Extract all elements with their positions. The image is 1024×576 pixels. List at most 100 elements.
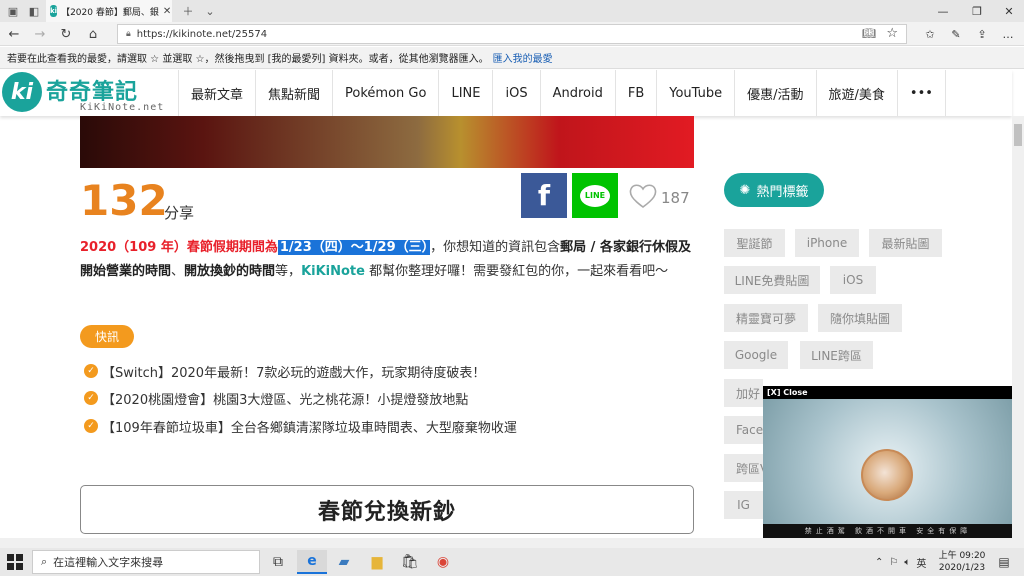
chevron-up-icon[interactable]: ⌃ — [875, 557, 883, 568]
tag-item[interactable]: 精靈寶可夢 — [724, 304, 808, 332]
browser-tab[interactable]: ki 【2020 春節】郵局、銀 ✕ — [46, 0, 172, 22]
address-bar-row: ← → ↻ ⌂ 🔒︎ https://kikinote.net/25574 📖︎… — [0, 22, 1024, 46]
tab-title: 【2020 春節】郵局、銀 — [61, 7, 159, 18]
nav-item-pokemon-go[interactable]: Pokémon Go — [332, 70, 438, 116]
taskbar-clock[interactable]: 上午 09:20 2020/1/23 — [937, 550, 987, 574]
search-icon: ⌕ — [41, 555, 48, 568]
tag-item[interactable]: 加好 — [724, 379, 763, 407]
sparkle-icon: ✺ — [739, 182, 751, 198]
taskbar-search-box[interactable]: ⌕ 在這裡輸入文字來搜尋 — [32, 550, 260, 574]
nav-item-line[interactable]: LINE — [438, 70, 492, 116]
tag-item[interactable]: iPhone — [795, 229, 859, 257]
nav-item-latest[interactable]: 最新文章 — [178, 70, 255, 116]
forward-icon[interactable]: → — [31, 25, 49, 43]
share-icon[interactable]: ⇪ — [973, 25, 991, 43]
store-icon[interactable]: 🛍︎ — [395, 550, 425, 574]
site-logo[interactable]: ki 奇奇筆記 KiKiNote.net — [2, 72, 172, 114]
video-close-button[interactable]: [X] Close — [763, 386, 1013, 399]
reading-view-icon[interactable]: 📖︎ — [862, 27, 876, 40]
check-icon: ✓ — [84, 364, 98, 378]
vertical-scrollbar[interactable] — [1012, 116, 1024, 550]
tab-preview-icon[interactable]: ◧ — [24, 1, 44, 21]
heart-icon[interactable] — [628, 183, 658, 209]
line-share-button[interactable]: LINE — [572, 173, 618, 218]
floating-video-player[interactable]: [X] Close 禁止酒駕 飲酒不開車 安全有保障 — [763, 386, 1013, 538]
favorites-bar-text: 若要在此查看我的最愛，請選取 ☆ 並選取 ☆，然後拖曳到 [我的最愛列] 資料夾… — [7, 54, 489, 65]
nav-item-fb[interactable]: FB — [614, 70, 656, 116]
refresh-icon[interactable]: ↻ — [57, 25, 75, 43]
line-icon: LINE — [580, 184, 610, 207]
news-item-text: 【2020桃園燈會】桃園3大燈區、光之桃花源！小提燈發放地點 — [102, 392, 469, 408]
clock-time: 上午 09:20 — [938, 551, 986, 561]
app-icon[interactable]: ▰ — [329, 550, 359, 574]
import-favorites-link[interactable]: 匯入我的最愛 — [493, 50, 553, 65]
nav-item-ios[interactable]: iOS — [492, 70, 539, 116]
nav-item-youtube[interactable]: YouTube — [656, 70, 734, 116]
facebook-share-button[interactable]: f — [521, 173, 567, 218]
nav-item-deals[interactable]: 優惠/活動 — [734, 70, 815, 116]
news-item[interactable]: ✓ 【2020桃園燈會】桃園3大燈區、光之桃花源！小提燈發放地點 — [84, 388, 468, 408]
chrome-icon[interactable]: ◉ — [428, 550, 458, 574]
chevron-down-icon[interactable]: ⌄ — [200, 1, 220, 21]
network-icon[interactable]: ⚐ — [889, 557, 898, 568]
tab-actions-icon[interactable]: ▣ — [3, 1, 23, 21]
intro-bold-2: 開放換鈔的時間 — [184, 264, 276, 279]
file-explorer-icon[interactable]: ▆ — [362, 550, 392, 574]
tag-item[interactable]: LINE跨區 — [800, 341, 873, 369]
video-caption: 禁止酒駕 飲酒不開車 安全有保障 — [763, 524, 1013, 538]
url-field[interactable]: 🔒︎ https://kikinote.net/25574 📖︎ ☆ — [117, 24, 907, 44]
clock-date: 2020/1/23 — [938, 563, 986, 573]
favorites-icon[interactable]: ✩ — [921, 25, 939, 43]
maximize-icon[interactable]: ❐ — [961, 0, 993, 22]
intro-red-text: 2020（109 年）春節假期期間為 — [80, 240, 278, 255]
article-hero-image — [80, 116, 694, 168]
check-icon: ✓ — [84, 419, 98, 433]
home-icon[interactable]: ⌂ — [84, 25, 102, 43]
hot-tags-button[interactable]: ✺ 熱門標籤 — [724, 173, 824, 207]
tag-item[interactable]: 最新貼圖 — [869, 229, 942, 257]
tag-item[interactable]: Faceb — [724, 416, 763, 444]
article-intro: 2020（109 年）春節假期期間為 1/23（四）～1/29（三） ，你想知道的資… — [80, 236, 694, 284]
share-label: 分享 — [164, 204, 195, 222]
volume-icon[interactable]: 🔈︎ — [904, 557, 910, 568]
news-badge: 快訊 — [80, 325, 134, 348]
intro-highlight: 1/23（四）～1/29（三） — [277, 240, 431, 255]
coin-image — [861, 449, 913, 501]
back-icon[interactable]: ← — [5, 25, 23, 43]
windows-start-icon[interactable] — [6, 553, 24, 571]
lock-icon: 🔒︎ — [126, 29, 131, 39]
tag-item[interactable]: LINE免費貼圖 — [724, 266, 820, 294]
ime-icon[interactable]: 英 — [916, 555, 926, 570]
tag-item[interactable]: 聖誕節 — [724, 229, 785, 257]
news-item-text: 【Switch】2020年最新！7款必玩的遊戲大作，玩家期待度破表！ — [102, 365, 486, 381]
nav-item-travel-food[interactable]: 旅遊/美食 — [815, 70, 897, 116]
nav-item-android[interactable]: Android — [539, 70, 615, 116]
nav-more-button[interactable]: ••• — [896, 70, 946, 116]
tag-item[interactable]: 跨區V — [724, 454, 763, 482]
url-text: https://kikinote.net/25574 — [136, 28, 268, 40]
pen-icon[interactable]: ✎ — [947, 25, 965, 43]
close-icon[interactable]: ✕ — [163, 6, 171, 17]
more-icon[interactable]: … — [999, 25, 1017, 43]
scrollbar-thumb[interactable] — [1014, 124, 1022, 146]
system-tray: ⌃ ⚐ 🔈︎ 英 — [875, 548, 926, 576]
tag-item[interactable]: Google — [724, 341, 788, 369]
news-item[interactable]: ✓ 【109年春節垃圾車】全台各鄉鎮清潔隊垃圾車時間表、大型廢棄物收運 — [84, 416, 517, 436]
minimize-icon[interactable]: — — [927, 0, 959, 22]
intro-text-e: 都幫你整理好囉！需要發紅包的你，一起來看看吧～ — [364, 264, 669, 279]
tag-item[interactable]: iOS — [830, 266, 876, 294]
task-view-icon[interactable]: ⧉ — [263, 550, 293, 574]
window-close-icon[interactable]: ✕ — [993, 0, 1024, 22]
tag-item[interactable]: 隨你填貼圖 — [818, 304, 902, 332]
notification-icon[interactable]: ▤ — [994, 552, 1014, 572]
nav-item-news[interactable]: 焦點新聞 — [255, 70, 332, 116]
edge-browser-icon[interactable]: e — [297, 550, 327, 574]
logo-mark: ki — [2, 72, 42, 112]
tag-item[interactable]: IG — [724, 491, 763, 519]
intro-text-d: 等， — [275, 264, 302, 279]
favorite-star-icon[interactable]: ☆ — [886, 26, 898, 41]
horizontal-scrollbar[interactable] — [0, 538, 1012, 548]
share-count: 132 — [80, 176, 168, 225]
new-tab-icon[interactable]: ＋ — [178, 1, 198, 21]
news-item[interactable]: ✓ 【Switch】2020年最新！7款必玩的遊戲大作，玩家期待度破表！ — [84, 361, 485, 381]
